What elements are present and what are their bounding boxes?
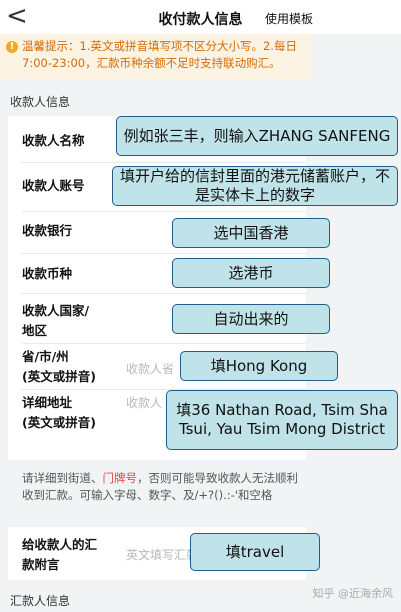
warning-icon: ! — [6, 41, 18, 53]
province-label-line1: 省/市/州 — [22, 349, 69, 364]
payee-currency-label: 收款币种 — [22, 266, 73, 281]
callout-currency: 选港币 — [172, 258, 330, 288]
notice-banner: ! 温馨提示：1.英文或拼音填写项不区分大小写。2.每日7:00-23:00，汇… — [0, 34, 312, 80]
callout-memo: 填travel — [190, 533, 320, 571]
section-payer-title: 汇款人信息 — [10, 594, 71, 608]
address-hint: 请详细到街道、门牌号，否则可能导致收款人无法顺利收到汇款。可输入字母、数字、及/… — [22, 471, 298, 502]
divider — [22, 343, 306, 344]
page-title: 收付款人信息 — [158, 12, 243, 28]
callout-account: 填开户给的信封里面的港元储蓄账户，不是实体卡上的数字 — [112, 166, 398, 206]
use-template-button[interactable]: 使用模板 — [265, 10, 313, 27]
memo-input[interactable]: 英文填写汇款 — [126, 546, 198, 563]
divider — [22, 253, 306, 254]
callout-name: 例如张三丰，则输入ZHANG SANFENG — [116, 116, 398, 156]
callout-bank: 选中国香港 — [172, 218, 330, 248]
address-label-line2: (英文或拼音) — [22, 415, 96, 430]
payee-country-label-line2: 地区 — [22, 323, 48, 338]
province-input[interactable]: 收款人省 — [126, 360, 174, 377]
callout-country: 自动出来的 — [172, 304, 330, 334]
memo-label-line2: 款附言 — [22, 557, 60, 572]
callout-province: 填Hong Kong — [180, 351, 338, 381]
payee-name-label: 收款人名称 — [22, 133, 85, 148]
divider — [22, 293, 306, 294]
section-payee-title: 收款人信息 — [10, 95, 71, 109]
divider — [22, 211, 306, 212]
payee-account-label: 收款人账号 — [22, 178, 85, 193]
divider — [22, 162, 306, 163]
memo-label-line1: 给收款人的汇 — [22, 537, 98, 552]
address-input[interactable]: 收款人 — [126, 394, 162, 411]
watermark: 知乎 @近海余风 — [312, 587, 394, 600]
payee-bank-label: 收款银行 — [22, 223, 73, 238]
top-bar: < 收付款人信息 使用模板 — [0, 0, 401, 34]
notice-text: 温馨提示：1.英文或拼音填写项不区分大小写。2.每日7:00-23:00，汇款币… — [22, 39, 297, 70]
address-label-line1: 详细地址 — [22, 395, 73, 410]
callout-address: 填36 Nathan Road, Tsim Sha Tsui, Yau Tsim… — [166, 390, 398, 450]
payee-country-label-line1: 收款人国家/ — [22, 303, 90, 318]
province-label-line2: (英文或拼音) — [22, 369, 96, 384]
hint-highlight: 门牌号 — [102, 471, 138, 485]
